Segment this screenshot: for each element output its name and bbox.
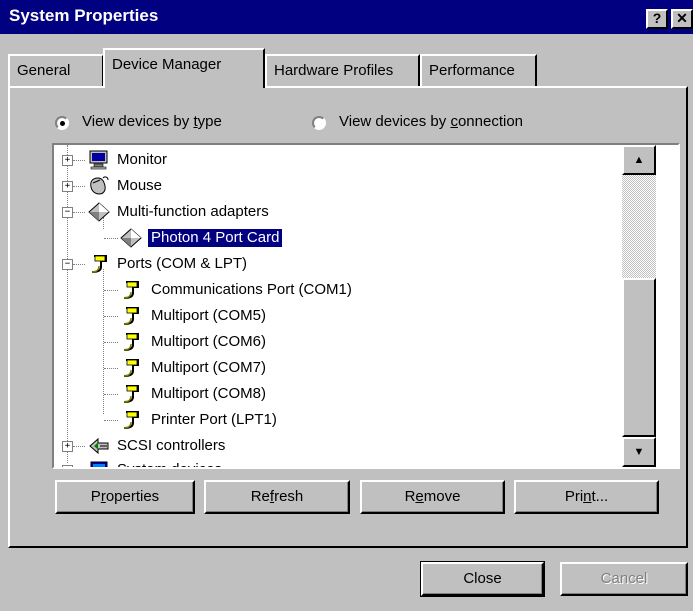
collapse-icon[interactable]: −: [62, 207, 73, 218]
mouse-icon: [90, 176, 109, 195]
expand-icon[interactable]: +: [62, 181, 73, 192]
tree-node-multiport-com5[interactable]: Multiport (COM5): [54, 305, 614, 329]
refresh-button[interactable]: Refresh: [204, 480, 350, 514]
tree-node-photon-4-port-card[interactable]: Photon 4 Port Card: [54, 227, 614, 251]
tab-hardware-profiles[interactable]: Hardware Profiles: [265, 54, 420, 86]
system-device-icon: [90, 461, 108, 467]
tree-node-mouse[interactable]: + Mouse: [54, 175, 614, 199]
tree-node-scsi-controllers[interactable]: + SCSI controllers: [54, 435, 614, 459]
tree-node-label: SCSI controllers: [117, 437, 226, 454]
tree-node-label: Multiport (COM7): [151, 359, 267, 376]
tree-node-printer-port-lpt1[interactable]: Printer Port (LPT1): [54, 409, 614, 433]
expand-icon[interactable]: +: [62, 155, 73, 166]
port-plug-icon: [91, 255, 107, 273]
tree-node-label: Multiport (COM6): [151, 333, 267, 350]
diamond-adapter-icon: [120, 228, 142, 248]
tree-node-ports[interactable]: − Ports (COM & LPT): [54, 253, 614, 277]
scroll-thumb[interactable]: [622, 278, 656, 437]
tree-node-multiport-com7[interactable]: Multiport (COM7): [54, 357, 614, 381]
expand-icon[interactable]: +: [62, 465, 73, 467]
tab-device-manager[interactable]: Device Manager: [103, 48, 265, 88]
device-tree[interactable]: + Monitor + Mouse − Multi-function adapt…: [52, 143, 680, 469]
radio-label-by-connection[interactable]: View devices by connection: [339, 113, 523, 130]
tab-general[interactable]: General: [8, 54, 104, 86]
diamond-adapter-icon: [88, 202, 110, 222]
radio-label-by-type[interactable]: View devices by type: [82, 113, 222, 130]
tab-performance[interactable]: Performance: [420, 54, 537, 86]
tree-node-label: Multi-function adapters: [117, 203, 269, 220]
print-button[interactable]: Print...: [514, 480, 659, 514]
tree-node-label: Printer Port (LPT1): [151, 411, 277, 428]
collapse-icon[interactable]: −: [62, 259, 73, 270]
arrow-down-icon: ▼: [633, 446, 645, 458]
properties-button[interactable]: Properties: [55, 480, 195, 514]
tree-node-label: Monitor: [117, 151, 168, 168]
tree-node-monitor[interactable]: + Monitor: [54, 149, 614, 173]
scsi-icon: [89, 437, 109, 455]
tree-node-label: Communications Port (COM1): [151, 281, 352, 298]
port-plug-icon: [123, 385, 139, 403]
tree-node-multiport-com8[interactable]: Multiport (COM8): [54, 383, 614, 407]
tree-vertical-scrollbar[interactable]: ▲ ▼: [622, 145, 656, 467]
close-button[interactable]: Close: [421, 562, 544, 596]
tree-node-label-selected: Photon 4 Port Card: [146, 228, 284, 248]
cancel-button[interactable]: Cancel: [560, 562, 688, 596]
port-plug-icon: [123, 307, 139, 325]
tree-node-label: Multiport (COM8): [151, 385, 267, 402]
port-plug-icon: [123, 333, 139, 351]
help-button[interactable]: ?: [646, 9, 668, 29]
tree-node-multifunction-adapters[interactable]: − Multi-function adapters: [54, 201, 614, 225]
port-plug-icon: [123, 359, 139, 377]
monitor-icon: [89, 150, 108, 170]
expand-icon[interactable]: +: [62, 441, 73, 452]
radio-view-by-type[interactable]: [55, 116, 69, 130]
window-title: System Properties: [9, 6, 159, 25]
scroll-up-button[interactable]: ▲: [622, 145, 656, 175]
port-plug-icon: [123, 281, 139, 299]
port-plug-icon: [123, 411, 139, 429]
tree-node-label: Ports (COM & LPT): [117, 255, 248, 272]
remove-button[interactable]: Remove: [360, 480, 505, 514]
tree-node-communications-port-com1[interactable]: Communications Port (COM1): [54, 279, 614, 303]
close-window-button[interactable]: ✕: [671, 9, 693, 29]
tree-node-label: Mouse: [117, 177, 163, 194]
tree-node-system-devices[interactable]: + System devices: [54, 459, 614, 467]
tree-node-label: System devices: [114, 461, 225, 467]
arrow-up-icon: ▲: [633, 154, 645, 166]
radio-view-by-connection[interactable]: [312, 116, 326, 130]
scroll-down-button[interactable]: ▼: [622, 437, 656, 467]
tree-node-multiport-com6[interactable]: Multiport (COM6): [54, 331, 614, 355]
tree-node-label: Multiport (COM5): [151, 307, 267, 324]
